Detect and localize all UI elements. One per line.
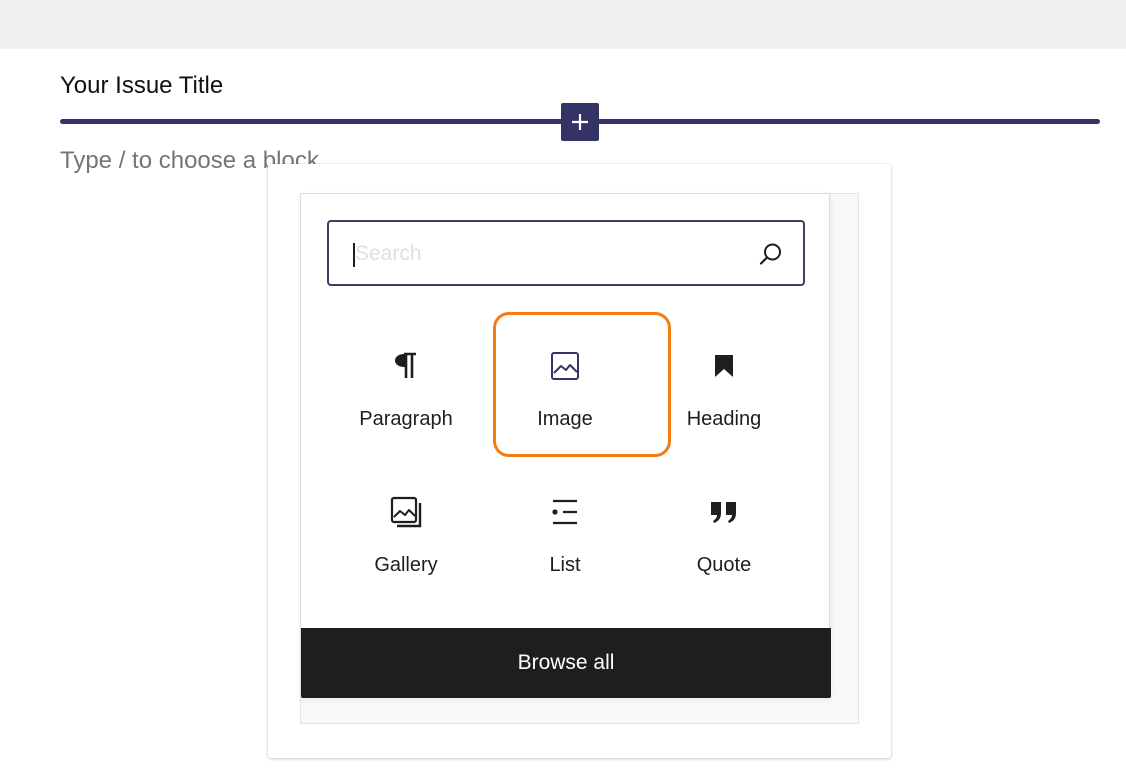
block-search-input[interactable]: Search <box>327 220 805 286</box>
block-inserter: Search Paragraph Image Heading Gallery L… <box>300 193 831 698</box>
block-gallery[interactable]: Gallery <box>322 458 490 596</box>
paragraph-icon <box>386 346 426 386</box>
block-label: Gallery <box>374 554 438 576</box>
block-quote[interactable]: Quote <box>640 458 808 596</box>
block-label: Image <box>537 408 593 430</box>
gallery-icon <box>386 492 426 532</box>
search-icon[interactable] <box>757 240 785 268</box>
block-list[interactable]: List <box>481 458 649 596</box>
block-paragraph[interactable]: Paragraph <box>322 312 490 450</box>
block-label: Quote <box>696 554 752 576</box>
editor-page: Your Issue Title Type / to choose a bloc… <box>0 0 1126 784</box>
plus-icon <box>572 114 588 130</box>
image-icon <box>545 346 585 386</box>
block-image[interactable]: Image <box>481 312 671 457</box>
browse-all-button[interactable]: Browse all <box>301 628 831 698</box>
block-label: Paragraph <box>359 408 453 430</box>
quote-icon <box>704 492 744 532</box>
bookmark-icon <box>704 346 744 386</box>
top-toolbar <box>0 0 1126 49</box>
add-block-button[interactable] <box>561 103 599 141</box>
post-title[interactable]: Your Issue Title <box>60 72 223 100</box>
block-label: Heading <box>686 408 762 430</box>
search-placeholder: Search <box>355 242 422 265</box>
block-label: List <box>549 554 581 576</box>
list-icon <box>545 492 585 532</box>
block-heading[interactable]: Heading <box>640 312 808 450</box>
